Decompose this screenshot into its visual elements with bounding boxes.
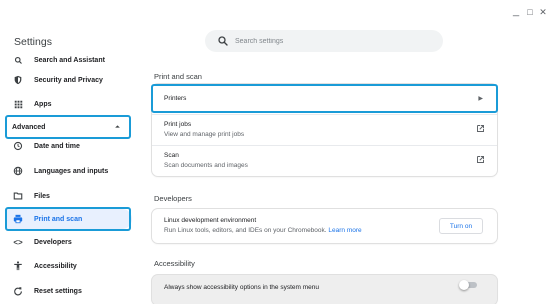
sidebar-item-label: Languages and inputs [34, 167, 109, 175]
printers-label: Printers [164, 95, 187, 102]
header: Settings [0, 28, 552, 54]
section-title-developers: Developers [154, 194, 192, 203]
globe-icon [12, 165, 24, 177]
developers-card: Linux development environment Run Linux … [152, 209, 497, 243]
linux-title: Linux development environment [164, 217, 257, 224]
linux-row: Linux development environment Run Linux … [152, 209, 497, 243]
external-link-icon [477, 125, 484, 132]
sidebar-item-files[interactable]: Files [6, 186, 132, 206]
shield-icon [12, 74, 24, 86]
print-jobs-title: Print jobs [164, 121, 192, 128]
maximize-button[interactable]: □ [524, 7, 536, 17]
code-icon: <> [13, 237, 23, 247]
external-link-icon [477, 156, 484, 163]
chevron-up-icon [114, 123, 121, 132]
minimize-button[interactable]: _ [510, 5, 522, 17]
print-scan-card: Printers ▶ Print jobs View and manage pr… [152, 84, 497, 176]
reset-icon [12, 285, 24, 297]
sidebar-item-date-time[interactable]: Date and time [6, 136, 132, 156]
title-bar: _ □ ✕ [0, 0, 552, 28]
sidebar-item-security-privacy[interactable]: Security and Privacy [6, 70, 132, 90]
toggle-knob [459, 280, 469, 290]
sidebar: Search and Assistant Security and Privac… [0, 54, 140, 304]
sidebar-item-advanced[interactable]: Advanced [6, 117, 132, 137]
print-jobs-row[interactable]: Print jobs View and manage print jobs [152, 115, 497, 145]
always-show-label: Always show accessibility options in the… [164, 284, 319, 291]
search-box[interactable] [205, 30, 443, 52]
sidebar-item-print-scan[interactable]: Print and scan [6, 209, 132, 229]
sidebar-item-label: Print and scan [34, 215, 83, 223]
section-title-accessibility: Accessibility [154, 259, 195, 268]
sidebar-item-label: Developers [34, 238, 72, 246]
sidebar-item-reset-settings[interactable]: Reset settings [6, 281, 132, 301]
turn-on-button[interactable]: Turn on [439, 218, 483, 234]
sidebar-item-label: Advanced [12, 123, 46, 131]
always-show-toggle[interactable] [459, 280, 477, 290]
search-input[interactable] [235, 34, 435, 48]
clock-icon [12, 140, 24, 152]
settings-window: _ □ ✕ Settings Search and Assistant Secu… [0, 0, 552, 304]
learn-more-link[interactable]: Learn more [328, 227, 361, 234]
sidebar-item-label: Search and Assistant [34, 56, 105, 64]
accessibility-card: Always show accessibility options in the… [152, 275, 497, 304]
sidebar-item-apps[interactable]: Apps [6, 94, 132, 114]
printer-icon [12, 213, 24, 225]
arrow-right-icon: ▶ [478, 96, 483, 102]
close-button[interactable]: ✕ [537, 7, 549, 18]
linux-subtitle-text: Run Linux tools, editors, and IDEs on yo… [164, 227, 327, 234]
always-show-row[interactable]: Always show accessibility options in the… [152, 275, 497, 297]
sidebar-item-developers[interactable]: <> Developers [6, 232, 132, 252]
folder-icon [12, 190, 24, 202]
printers-row[interactable]: Printers ▶ [152, 84, 497, 114]
main-content: Print and scan Printers ▶ Print jobs Vie… [140, 54, 552, 304]
scan-subtitle: Scan documents and images [164, 162, 248, 169]
search-icon [218, 36, 228, 46]
sidebar-item-accessibility[interactable]: Accessibility [6, 256, 132, 276]
search-icon [12, 54, 24, 66]
sidebar-item-label: Accessibility [34, 262, 77, 270]
page-title: Settings [14, 36, 52, 48]
sidebar-item-label: Files [34, 192, 50, 200]
section-title-print-scan: Print and scan [154, 72, 202, 81]
scan-row[interactable]: Scan Scan documents and images [152, 146, 497, 176]
sidebar-item-label: Reset settings [34, 287, 82, 295]
accessibility-icon [12, 260, 24, 272]
sidebar-item-label: Date and time [34, 142, 80, 150]
sidebar-item-label: Apps [34, 100, 52, 108]
sidebar-item-search-assistant[interactable]: Search and Assistant [6, 54, 132, 70]
sidebar-item-languages-inputs[interactable]: Languages and inputs [6, 161, 132, 181]
apps-grid-icon [12, 98, 24, 110]
print-jobs-subtitle: View and manage print jobs [164, 131, 245, 138]
sidebar-item-label: Security and Privacy [34, 76, 103, 84]
scan-title: Scan [164, 152, 179, 159]
linux-subtitle: Run Linux tools, editors, and IDEs on yo… [164, 227, 362, 234]
